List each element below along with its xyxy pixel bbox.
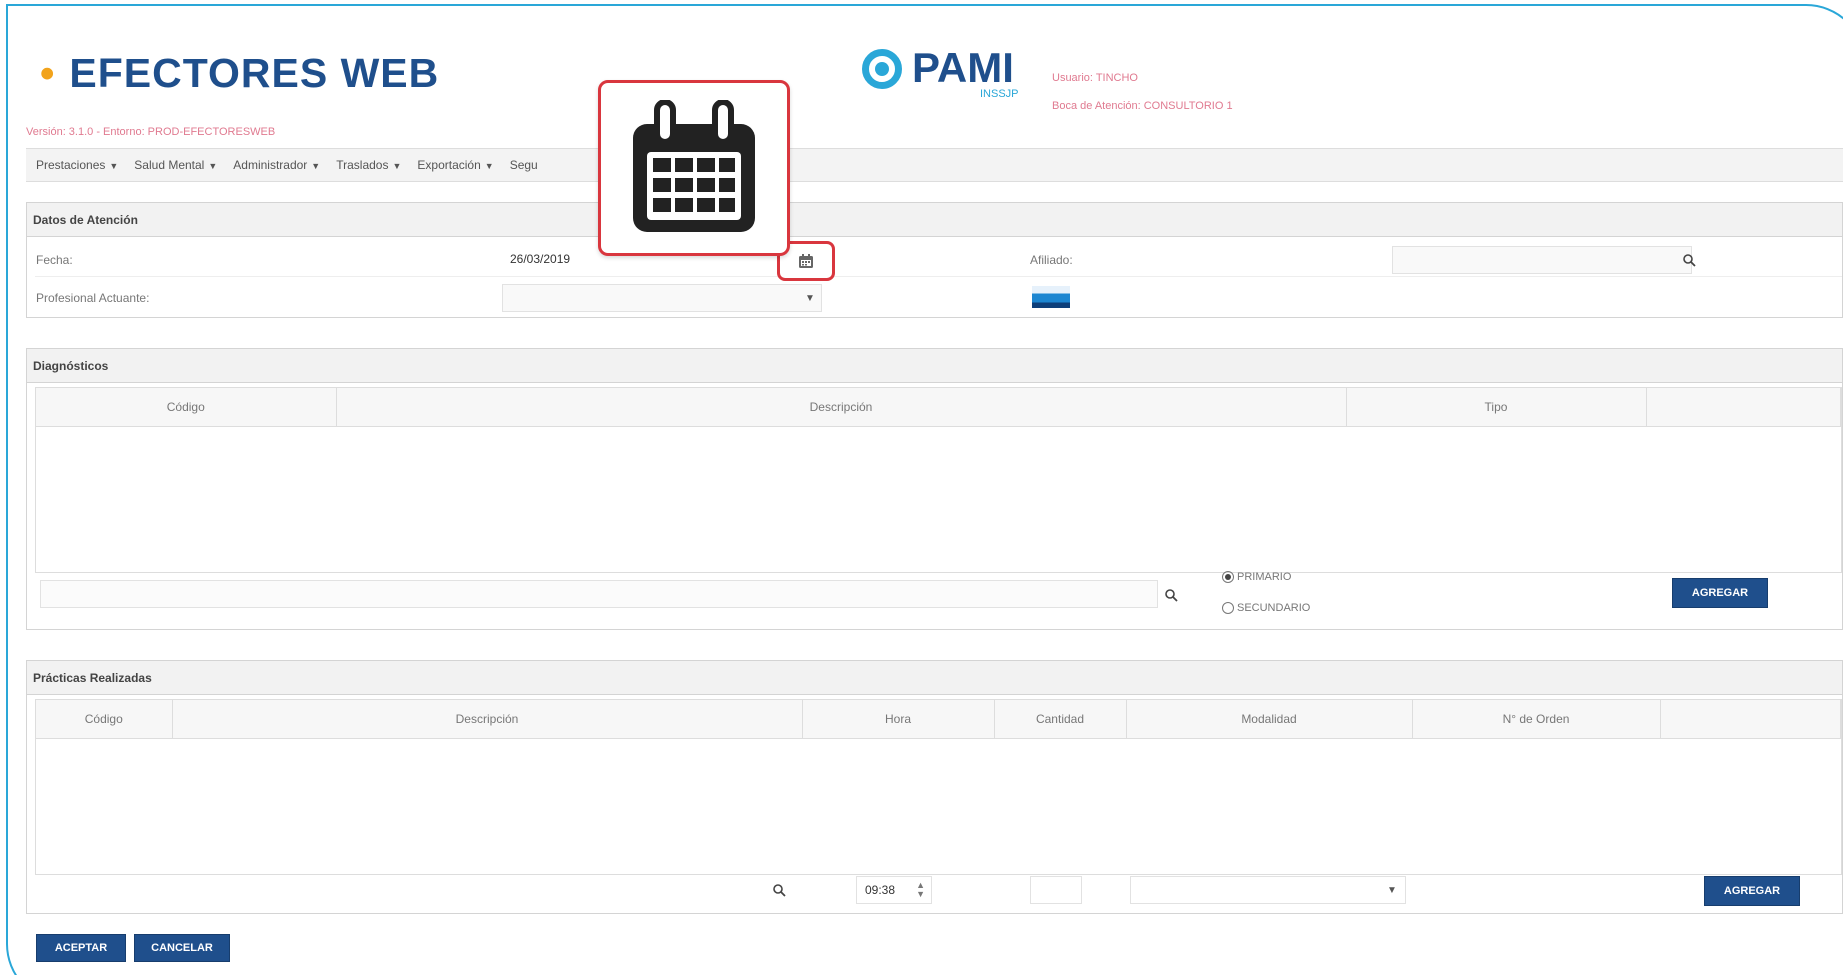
column-header-tipo[interactable]: Tipo — [1346, 388, 1647, 427]
fecha-label: Fecha: — [36, 253, 73, 267]
nav-label: Administrador — [233, 158, 308, 172]
pami-logo-subtitle: INSSJP — [980, 88, 1019, 100]
practicas-panel: Prácticas Realizadas Código Descripción … — [26, 660, 1843, 914]
main-navbar: Prestaciones ▼ Salud Mental ▼ Administrado… — [26, 148, 1843, 182]
caret-down-icon: ▼ — [392, 161, 402, 171]
profesional-label: Profesional Actuante: — [36, 291, 150, 305]
nav-label: Segu — [509, 158, 538, 172]
practicas-title: Prácticas Realizadas — [27, 661, 1842, 695]
diagnostico-search-input[interactable] — [40, 580, 1158, 608]
atencion-title: Datos de Atención — [27, 203, 1842, 237]
afiliado-search-button[interactable] — [1676, 247, 1702, 273]
diagnosticos-title: Diagnósticos — [27, 349, 1842, 383]
radio-secundario[interactable]: SECUNDARIO — [1222, 602, 1310, 614]
card-icon — [1032, 286, 1070, 308]
radio-secundario-label: SECUNDARIO — [1237, 602, 1311, 614]
hora-value: 09:38 — [865, 883, 896, 897]
column-header-descripcion[interactable]: Descripción — [172, 700, 803, 739]
spinner-icon[interactable]: ▲ ▼ — [916, 881, 925, 899]
hora-input[interactable]: 09:38 ▲ ▼ — [856, 876, 932, 904]
practica-search-button[interactable] — [766, 877, 792, 903]
nav-item-prestaciones[interactable]: Prestaciones ▼ — [36, 158, 118, 172]
nav-item-seguridad[interactable]: Segu — [510, 158, 538, 172]
radio-unchecked-icon — [1222, 602, 1234, 614]
aceptar-button[interactable]: ACEPTAR — [36, 934, 126, 962]
diagnostico-search-button[interactable] — [1158, 582, 1184, 608]
nav-label: Salud Mental — [134, 158, 205, 172]
column-header-codigo[interactable]: Código — [36, 388, 337, 427]
search-icon — [1683, 254, 1696, 267]
practicas-table: Código Descripción Hora Cantidad Modalid… — [36, 700, 1841, 739]
afiliado-label: Afiliado: — [1030, 253, 1073, 267]
pami-logo-icon — [862, 49, 902, 89]
column-header-extra — [1660, 700, 1841, 739]
practicas-table-wrap: Código Descripción Hora Cantidad Modalid… — [35, 699, 1842, 875]
cantidad-input[interactable] — [1030, 876, 1082, 904]
calendar-icon — [799, 254, 813, 268]
user-line: Usuario: TINCHO — [1052, 72, 1138, 84]
column-header-hora[interactable]: Hora — [802, 700, 995, 739]
box-line: Boca de Atención: CONSULTORIO 1 — [1052, 100, 1233, 112]
profesional-row — [35, 277, 1842, 313]
nav-item-salud-mental[interactable]: Salud Mental ▼ — [134, 158, 217, 172]
agregar-practica-button[interactable]: AGREGAR — [1704, 876, 1800, 906]
caret-down-icon: ▼ — [311, 161, 321, 171]
radio-primario[interactable]: PRIMARIO — [1222, 571, 1291, 583]
fecha-value: 26/03/2019 — [510, 252, 571, 266]
column-header-extra — [1646, 388, 1841, 427]
cancelar-button[interactable]: CANCELAR — [134, 934, 230, 962]
search-icon — [1165, 589, 1178, 602]
app-title: • EFECTORES WEB — [40, 50, 439, 97]
diagnosticos-table-wrap: Código Descripción Tipo — [35, 387, 1842, 573]
radio-checked-icon — [1222, 571, 1234, 583]
pami-logo-text: PAMI — [912, 44, 1014, 91]
nav-item-traslados[interactable]: Traslados ▼ — [336, 158, 401, 172]
profesional-select[interactable] — [502, 284, 822, 312]
app-title-text: EFECTORES WEB — [69, 50, 440, 96]
nav-label: Prestaciones — [36, 158, 106, 172]
column-header-modalidad[interactable]: Modalidad — [1126, 700, 1413, 739]
table-header-row: Código Descripción Tipo — [36, 388, 1841, 427]
column-header-numero-orden[interactable]: N° de Orden — [1412, 700, 1661, 739]
title-dot: • — [40, 50, 56, 96]
column-header-descripcion[interactable]: Descripción — [336, 388, 1347, 427]
nav-label: Traslados — [336, 158, 389, 172]
caret-down-icon: ▼ — [484, 161, 494, 171]
calendar-icon — [633, 100, 755, 232]
user-info: Usuario: TINCHO Boca de Atención: CONSUL… — [1052, 64, 1233, 120]
agregar-diagnostico-button[interactable]: AGREGAR — [1672, 578, 1768, 608]
table-header-row: Código Descripción Hora Cantidad Modalid… — [36, 700, 1841, 739]
nav-label: Exportación — [417, 158, 481, 172]
column-header-cantidad[interactable]: Cantidad — [994, 700, 1127, 739]
caret-down-icon: ▼ — [109, 161, 119, 171]
chevron-down-icon[interactable]: ▼ — [1380, 877, 1404, 903]
radio-primario-label: PRIMARIO — [1237, 571, 1292, 583]
pami-logo: PAMI INSSJP — [862, 44, 1019, 100]
calendar-zoom-callout — [598, 80, 790, 256]
nav-item-exportacion[interactable]: Exportación ▼ — [417, 158, 493, 172]
modalidad-select[interactable] — [1130, 876, 1406, 904]
column-header-codigo[interactable]: Código — [36, 700, 173, 739]
nav-item-administrador[interactable]: Administrador ▼ — [233, 158, 320, 172]
chevron-down-icon[interactable]: ▼ — [798, 285, 822, 311]
afiliado-input[interactable] — [1392, 246, 1692, 274]
caret-down-icon: ▼ — [208, 161, 218, 171]
search-icon — [773, 884, 786, 897]
version-label: Versión: 3.1.0 - Entorno: PROD-EFECTORES… — [26, 126, 276, 138]
diagnosticos-table: Código Descripción Tipo — [36, 388, 1841, 427]
